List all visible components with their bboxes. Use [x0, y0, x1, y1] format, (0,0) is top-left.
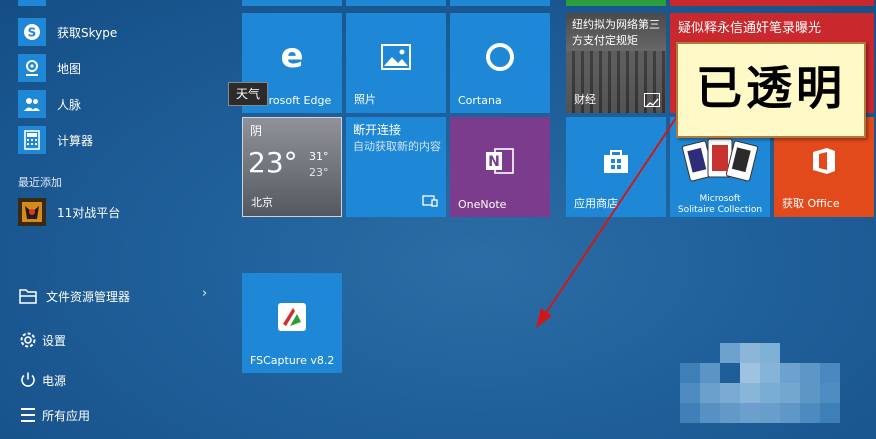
chevron-right-icon[interactable]: › — [202, 286, 207, 301]
app-item-skype[interactable]: S 获取Skype — [0, 14, 232, 50]
power-item[interactable]: 电源 — [0, 365, 232, 395]
tile-fscapture[interactable]: FSCapture v8.2 — [242, 273, 342, 373]
photos-icon — [381, 44, 411, 70]
store-icon — [601, 147, 631, 175]
gear-icon — [17, 329, 39, 351]
news-reader-icon — [422, 192, 438, 211]
pixelated-blur — [680, 343, 840, 423]
tile-news-app[interactable]: 断开连接 自动获取新的内容 — [346, 117, 446, 217]
news-headline: 疑似释永信通奸笔录曝光 — [678, 21, 822, 36]
weather-city: 北京 — [251, 196, 273, 209]
settings-label: 设置 — [42, 334, 67, 348]
finance-headline: 纽约拟为网络第三方支付定规矩 — [572, 18, 660, 47]
chart-icon — [644, 93, 660, 108]
onenote-icon: N — [483, 145, 517, 177]
tile-cortana[interactable]: Cortana — [450, 13, 550, 113]
weather-condition: 阴 — [250, 124, 263, 138]
tile-partial-2[interactable] — [346, 0, 446, 6]
tile-weather[interactable]: 阴 23° 31° 23° 北京 — [242, 117, 342, 217]
weather-temp: 23° — [248, 146, 298, 179]
svg-text:e: e — [280, 40, 303, 74]
tile-office-label: 获取 Office — [782, 197, 840, 210]
tile-store-label: 应用商店 — [574, 197, 618, 210]
game-platform-icon — [18, 198, 46, 226]
settings-item[interactable]: 设置 — [0, 325, 232, 355]
people-icon — [18, 90, 46, 118]
tile-finance-label: 财经 — [574, 93, 596, 106]
weather-high: 31° — [309, 150, 329, 163]
tile-store[interactable]: 应用商店 — [566, 117, 666, 217]
weather-low: 23° — [309, 166, 329, 179]
edge-icon: e — [275, 40, 309, 74]
file-explorer-item[interactable]: 文件资源管理器 › — [0, 281, 232, 311]
tile-partial-4[interactable] — [566, 0, 666, 6]
tile-finance[interactable]: 纽约拟为网络第三方支付定规矩 财经 — [566, 13, 666, 113]
app-item-people[interactable]: 人脉 — [0, 86, 232, 122]
tile-photos[interactable]: 照片 — [346, 13, 446, 113]
all-apps-item[interactable]: 所有应用 — [0, 400, 232, 430]
fscapture-icon — [277, 302, 307, 332]
app-label: 人脉 — [57, 97, 82, 112]
app-label: 地图 — [57, 61, 82, 76]
file-explorer-label: 文件资源管理器 — [46, 290, 131, 304]
skype-icon: S — [18, 18, 46, 46]
tile-fscapture-label: FSCapture v8.2 — [250, 354, 335, 367]
solitaire-cards-icon — [681, 137, 759, 187]
tile-cortana-label: Cortana — [458, 94, 502, 107]
all-apps-label: 所有应用 — [42, 409, 91, 423]
tile-onenote-label: OneNote — [458, 198, 507, 211]
power-icon — [17, 369, 39, 391]
tile-photos-label: 照片 — [354, 93, 376, 106]
news-app-body: 自动获取新的内容 — [353, 140, 441, 153]
calculator-icon — [18, 126, 46, 154]
start-menu-app-list: S 获取Skype 地图 人脉 计算器 最近添加 11对战平台 文件资源管理器 … — [0, 0, 232, 439]
cortana-icon — [484, 41, 516, 73]
app-label: 获取Skype — [57, 25, 118, 40]
svg-text:S: S — [28, 26, 37, 40]
power-label: 电源 — [42, 374, 67, 388]
recently-added-header: 最近添加 — [18, 176, 62, 189]
app-label: 计算器 — [57, 133, 94, 148]
annotation-callout: 已透明 — [676, 42, 866, 138]
tile-partial-3[interactable] — [450, 0, 550, 6]
folder-icon — [17, 285, 39, 307]
svg-text:N: N — [488, 154, 500, 170]
list-icon — [17, 404, 39, 426]
tile-partial-5[interactable] — [670, 0, 874, 6]
app-item-calculator[interactable]: 计算器 — [0, 122, 232, 158]
solitaire-label-2: Solitaire Collection — [677, 205, 763, 215]
solitaire-label-1: Microsoft — [699, 194, 741, 204]
weather-tooltip: 天气 — [228, 82, 268, 106]
maps-icon — [18, 54, 46, 82]
news-app-title: 断开连接 — [353, 123, 402, 137]
app-item-maps[interactable]: 地图 — [0, 50, 232, 86]
tile-onenote[interactable]: N OneNote — [450, 117, 550, 217]
office-icon — [810, 146, 838, 176]
app-label: 11对战平台 — [57, 205, 121, 220]
partial-top-item[interactable] — [18, 0, 46, 6]
app-item-11-platform[interactable]: 11对战平台 — [0, 194, 232, 230]
tile-partial-1[interactable] — [242, 0, 342, 6]
